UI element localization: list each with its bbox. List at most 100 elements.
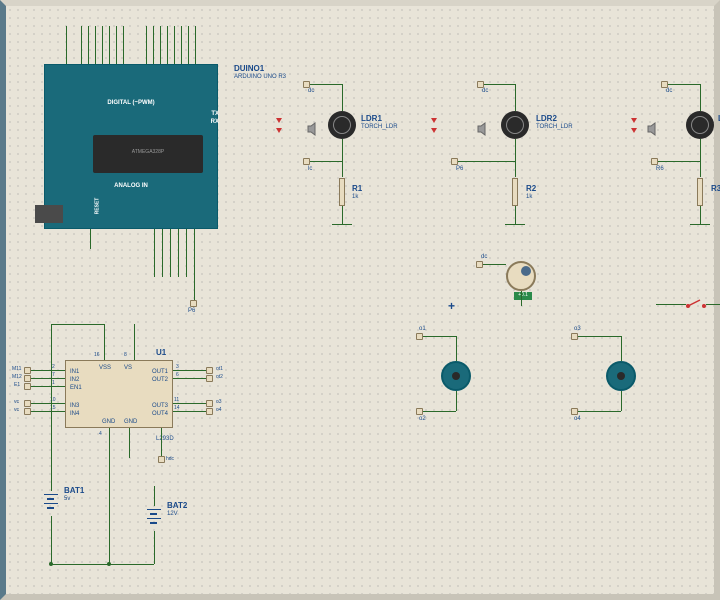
wire [576, 411, 621, 412]
ldr1[interactable] [328, 111, 356, 139]
pin1: 1 [52, 380, 55, 386]
wire [109, 26, 110, 64]
r3-name: R3 [711, 184, 720, 193]
dc4-label: dc [481, 254, 487, 260]
wire [102, 26, 103, 64]
wire [51, 564, 154, 565]
pin14: 14 [174, 405, 180, 411]
terminal [24, 383, 31, 390]
analog-label: ANALOG IN [114, 183, 148, 189]
wire [51, 324, 52, 476]
junction [107, 562, 111, 566]
wire [173, 370, 207, 371]
sounder-icon[interactable] [646, 121, 662, 137]
mcu-chip: ATMEGA328P [93, 135, 203, 173]
bat2-value: 12V [167, 511, 178, 517]
junction [49, 562, 53, 566]
vc-label: vc [14, 399, 19, 405]
terminal [190, 300, 197, 307]
u1-ic[interactable]: IN1 IN2 EN1 IN3 IN4 VSS VS GND GND OUT1 … [65, 360, 173, 428]
wire [178, 229, 179, 277]
pin7: 7 [52, 372, 55, 378]
bat1-value: 5v [64, 496, 70, 502]
r2[interactable] [512, 178, 518, 206]
wire [700, 84, 701, 111]
o3b-label: o3 [216, 399, 222, 405]
wire [690, 224, 710, 225]
probe-icon [631, 128, 637, 133]
o4b-label: o4 [216, 407, 222, 413]
wire [116, 26, 117, 64]
terminal [206, 375, 213, 382]
r3[interactable] [697, 178, 703, 206]
wire [505, 224, 525, 225]
pin6: 6 [176, 372, 179, 378]
pin11: 11 [174, 397, 179, 403]
wire [123, 26, 124, 64]
wire [515, 84, 516, 111]
ldr2-name: LDR2 [536, 114, 557, 123]
wire [146, 26, 147, 64]
r6-label: R6 [656, 166, 664, 172]
probe-icon [431, 128, 437, 133]
wire [666, 84, 700, 85]
m12-label: M12 [12, 374, 22, 380]
wire [656, 161, 700, 162]
wire [421, 336, 456, 337]
vc2-label: vc [14, 407, 19, 413]
wire [173, 378, 207, 379]
wire [95, 26, 96, 64]
terminal [24, 375, 31, 382]
terminal [206, 400, 213, 407]
wire [194, 229, 195, 277]
terminal [303, 158, 310, 165]
wire [195, 26, 196, 64]
dc3-label: dc [666, 88, 672, 94]
servo-motor[interactable] [506, 261, 536, 291]
ldr2-type: TORCH_LDR [536, 124, 573, 130]
wire [109, 458, 110, 564]
lc-label: lc [308, 166, 312, 172]
wire [700, 139, 701, 177]
terminal [571, 408, 578, 415]
r1[interactable] [339, 178, 345, 206]
sounder-icon[interactable] [306, 121, 322, 137]
digital-label: DIGITAL (~PWM) [107, 100, 154, 106]
usb-port [35, 205, 63, 223]
wire [656, 304, 686, 305]
probe-icon [276, 118, 282, 123]
wire [188, 26, 189, 64]
pin16: 16 [94, 352, 100, 358]
schematic-canvas[interactable]: DIGITAL (~PWM) ATMEGA328P ANALOG IN RESE… [0, 0, 720, 600]
e1-label: E1 [14, 382, 20, 388]
ot2-label: ot2 [216, 374, 223, 380]
motor2[interactable] [606, 361, 636, 391]
wire [515, 139, 516, 177]
pin8: 8 [124, 352, 127, 358]
motor1[interactable] [441, 361, 471, 391]
wire [308, 84, 342, 85]
wire [621, 336, 622, 361]
ldr2[interactable] [501, 111, 529, 139]
bat2[interactable] [147, 506, 159, 530]
wire [482, 84, 515, 85]
ldr3[interactable] [686, 111, 714, 139]
wire [170, 229, 171, 277]
sounder-icon[interactable] [476, 121, 492, 137]
o4-label: o4 [574, 416, 581, 422]
wire [332, 224, 352, 225]
arduino-board[interactable]: DIGITAL (~PWM) ATMEGA328P ANALOG IN RESE… [44, 64, 218, 229]
wire [342, 139, 343, 177]
wire [31, 403, 65, 404]
terminal [651, 158, 658, 165]
dc-label: dc [308, 88, 314, 94]
wire [51, 476, 52, 491]
bat1[interactable] [44, 491, 56, 515]
o1-label: o1 [419, 326, 426, 332]
switch[interactable] [686, 296, 714, 310]
wire [181, 26, 182, 64]
wire [342, 84, 343, 111]
probe-icon [631, 118, 637, 123]
terminal [571, 333, 578, 340]
wire [153, 26, 154, 64]
